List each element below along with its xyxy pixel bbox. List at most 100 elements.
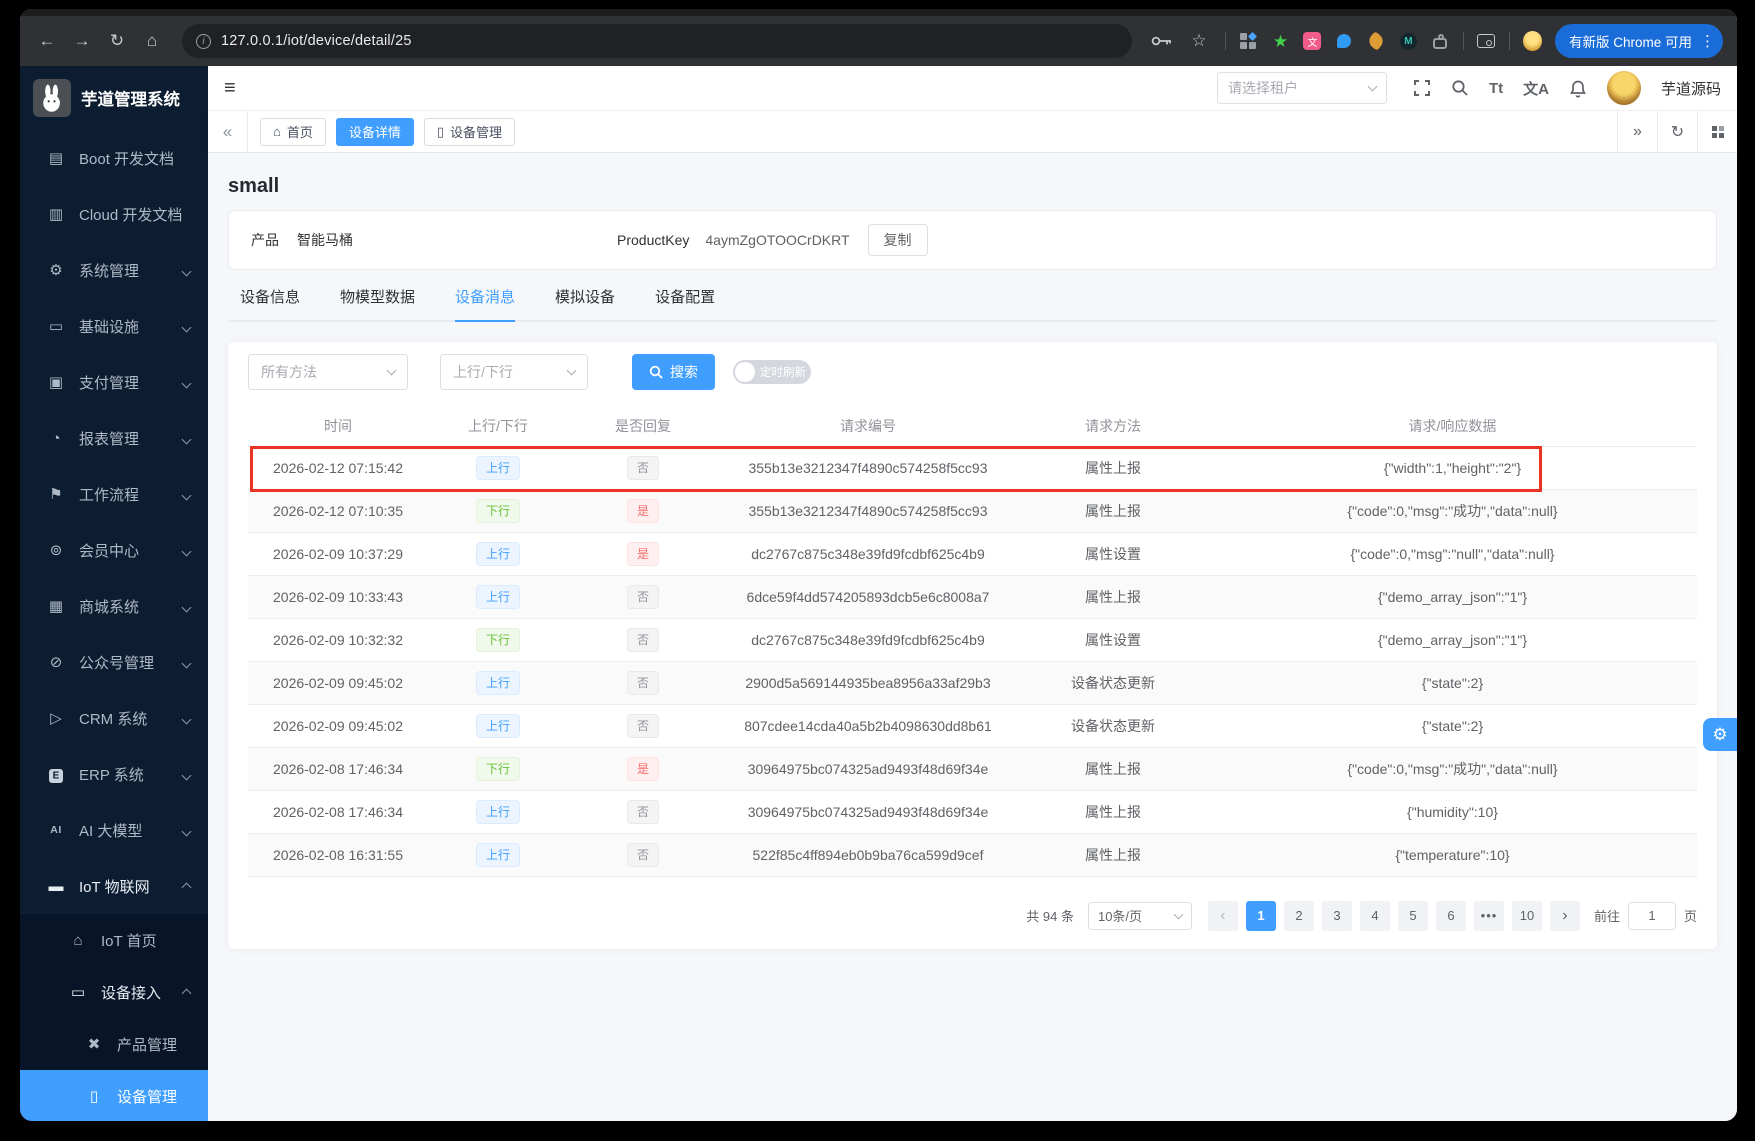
home-icon[interactable]: ⌂ (139, 31, 165, 51)
browser-menu-icon[interactable]: ⋮ (1700, 32, 1715, 50)
cell-data: {"state":2} (1208, 661, 1697, 704)
prev-page-button[interactable]: ‹ (1208, 901, 1238, 931)
font-size-icon[interactable]: Tt (1489, 80, 1503, 97)
reload-icon[interactable]: ↻ (104, 31, 130, 51)
tags-scroll-left-icon[interactable]: « (208, 111, 248, 152)
table-row[interactable]: 2026-02-08 16:31:55 上行 否 522f85c4ff894eb… (248, 833, 1697, 876)
rabbit-logo-icon (33, 79, 71, 117)
table-row[interactable]: 2026-02-08 17:46:34 上行 否 30964975bc07432… (248, 790, 1697, 833)
table-row[interactable]: 2026-02-12 07:10:35 下行 是 355b13e3212347f… (248, 489, 1697, 532)
settings-gear-button[interactable]: ⚙ (1703, 718, 1737, 751)
table-row[interactable]: 2026-02-08 17:46:34 下行 是 30964975bc07432… (248, 747, 1697, 790)
notification-bell-icon[interactable] (1569, 79, 1587, 98)
page-button-1[interactable]: 1 (1246, 901, 1276, 931)
sidebar-item-device-access[interactable]: ▭ 设备接入 (20, 966, 208, 1018)
extension-broom-icon[interactable] (1367, 32, 1386, 51)
page-button-4[interactable]: 4 (1360, 901, 1390, 931)
sidebar-item-boot-docs[interactable]: ▤ Boot 开发文档 (20, 130, 208, 186)
extension-squares-icon[interactable] (1239, 32, 1258, 51)
sidebar-item-workflow[interactable]: ⚑ 工作流程 (20, 466, 208, 522)
more-pages-button[interactable]: ••• (1474, 901, 1504, 931)
page-button-10[interactable]: 10 (1512, 901, 1542, 931)
table-row[interactable]: 2026-02-09 10:33:43 上行 否 6dce59f4dd57420… (248, 575, 1697, 618)
site-info-icon[interactable]: i (196, 34, 211, 49)
page-button-3[interactable]: 3 (1322, 901, 1352, 931)
sidebar-item-wechat[interactable]: ⊘ 公众号管理 (20, 634, 208, 690)
tab-device-detail[interactable]: 设备详情 (336, 118, 414, 146)
tenant-select[interactable]: 请选择租户 (1217, 72, 1387, 104)
username[interactable]: 芋道源码 (1661, 78, 1721, 99)
tab-device-mgmt[interactable]: ▯ 设备管理 (424, 118, 515, 146)
sidebar-item-report[interactable]: ◔ 报表管理 (20, 410, 208, 466)
chevron-down-icon (183, 318, 190, 335)
chrome-update-button[interactable]: 有新版 Chrome 可用 ⋮ (1555, 24, 1723, 58)
sidebar-item-cloud-docs[interactable]: ▥ Cloud 开发文档 (20, 186, 208, 242)
table-row[interactable]: 2026-02-09 09:45:02 上行 否 807cdee14cda40a… (248, 704, 1697, 747)
method-filter-select[interactable]: 所有方法 (248, 354, 408, 390)
cell-data: {"temperature":10} (1208, 833, 1697, 876)
direction-tag: 上行 (476, 714, 520, 738)
user-avatar[interactable] (1607, 71, 1641, 105)
cell-method: 设备状态更新 (1018, 661, 1208, 704)
extension-star-icon[interactable]: ★ (1271, 32, 1290, 51)
collapse-menu-icon[interactable]: ≡ (224, 77, 236, 100)
tab-thing-model-data[interactable]: 物模型数据 (340, 286, 415, 320)
table-row[interactable]: 2026-02-09 09:45:02 上行 否 2900d5a56914493… (248, 661, 1697, 704)
extension-balloon-icon[interactable] (1335, 32, 1354, 51)
sidebar-item-infra[interactable]: ▭ 基础设施 (20, 298, 208, 354)
forward-icon[interactable]: → (69, 31, 95, 51)
sidebar-item-product-mgmt[interactable]: ✖ 产品管理 (20, 1018, 208, 1070)
page-button-2[interactable]: 2 (1284, 901, 1314, 931)
tab-device-config[interactable]: 设备配置 (655, 286, 715, 320)
search-button[interactable]: 搜索 (632, 354, 715, 390)
sidebar-item-ai[interactable]: AI AI 大模型 (20, 802, 208, 858)
layout-grid-icon[interactable] (1697, 111, 1737, 152)
sidebar-logo[interactable]: 芋道管理系统 (20, 66, 208, 130)
next-page-button[interactable]: › (1550, 901, 1580, 931)
back-icon[interactable]: ← (34, 31, 60, 51)
sidebar-item-label: IoT 物联网 (79, 876, 150, 897)
fullscreen-icon[interactable] (1413, 79, 1431, 97)
table-row[interactable]: 2026-02-12 07:15:42 上行 否 355b13e3212347f… (248, 446, 1697, 489)
password-key-icon[interactable] (1151, 34, 1173, 48)
sidebar-item-iot[interactable]: ▬ IoT 物联网 (20, 858, 208, 914)
extension-m-icon[interactable]: M (1399, 32, 1418, 51)
page-button-5[interactable]: 5 (1398, 901, 1428, 931)
sidebar-item-iot-home[interactable]: ⌂ IoT 首页 (20, 914, 208, 966)
refresh-icon[interactable]: ↻ (1657, 111, 1697, 152)
sidebar-item-device-mgmt[interactable]: ▯ 设备管理 (20, 1070, 208, 1121)
direction-filter-select[interactable]: 上行/下行 (440, 354, 588, 390)
url-text[interactable]: 127.0.0.1/iot/device/detail/25 (221, 33, 412, 49)
tab-label: 设备管理 (450, 122, 502, 141)
extension-translate-icon[interactable]: 文 (1303, 32, 1322, 51)
tab-home[interactable]: ⌂ 首页 (260, 118, 326, 146)
copy-button[interactable]: 复制 (868, 224, 928, 256)
bookmark-star-icon[interactable]: ☆ (1186, 31, 1212, 51)
sidebar-item-mall[interactable]: ▦ 商城系统 (20, 578, 208, 634)
cell-time: 2026-02-08 17:46:34 (248, 747, 428, 790)
auto-refresh-toggle[interactable]: 定时刷新 (733, 360, 811, 384)
table-row[interactable]: 2026-02-09 10:37:29 上行 是 dc2767c875c348e… (248, 532, 1697, 575)
search-icon[interactable] (1451, 79, 1469, 97)
profile-emoji-icon[interactable] (1523, 32, 1542, 51)
direction-filter-placeholder: 上行/下行 (453, 362, 513, 382)
extensions-puzzle-icon[interactable] (1431, 32, 1450, 51)
language-icon[interactable]: 文A (1523, 78, 1549, 99)
sidebar-item-erp[interactable]: E ERP 系统 (20, 746, 208, 802)
goto-unit: 页 (1684, 906, 1697, 925)
address-bar[interactable]: i 127.0.0.1/iot/device/detail/25 (182, 24, 1132, 58)
sidebar-item-payment[interactable]: ▣ 支付管理 (20, 354, 208, 410)
tab-simulate-device[interactable]: 模拟设备 (555, 286, 615, 320)
goto-page-input[interactable] (1628, 902, 1676, 930)
page-size-select[interactable]: 10条/页 (1088, 902, 1192, 930)
screen-capture-icon[interactable] (1477, 32, 1496, 51)
tab-device-messages[interactable]: 设备消息 (455, 286, 515, 322)
goto-page: 前往 页 (1594, 902, 1697, 930)
page-button-6[interactable]: 6 (1436, 901, 1466, 931)
table-row[interactable]: 2026-02-09 10:32:32 下行 否 dc2767c875c348e… (248, 618, 1697, 661)
sidebar-item-crm[interactable]: ▷ CRM 系统 (20, 690, 208, 746)
tab-device-info[interactable]: 设备信息 (240, 286, 300, 320)
sidebar-item-member[interactable]: ⊚ 会员中心 (20, 522, 208, 578)
tags-scroll-right-icon[interactable]: » (1617, 111, 1657, 152)
sidebar-item-system[interactable]: ⚙ 系统管理 (20, 242, 208, 298)
